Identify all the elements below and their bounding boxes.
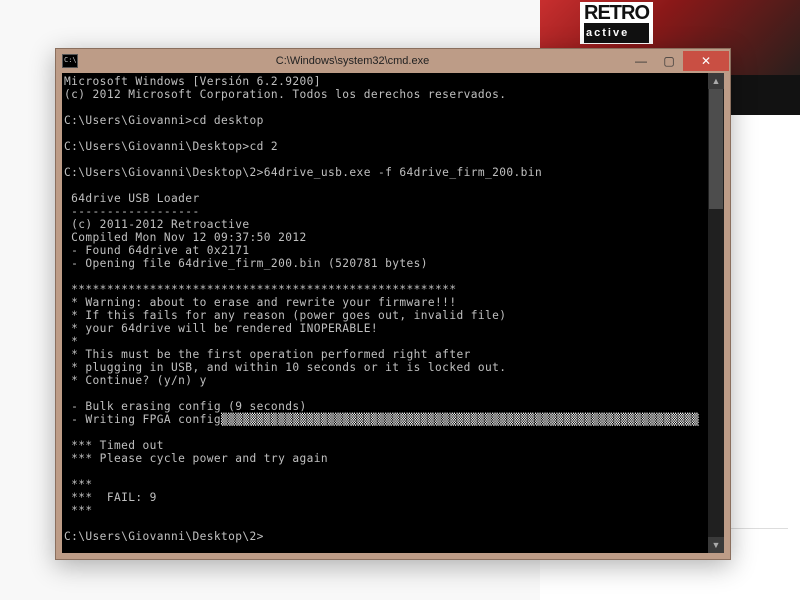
window-title: C:\Windows\system32\cmd.exe — [78, 55, 627, 67]
close-button[interactable]: ✕ — [683, 51, 729, 71]
terminal-body: Microsoft Windows [Versión 6.2.9200] (c)… — [62, 73, 724, 553]
retroactive-logo: RETRO active — [580, 2, 653, 44]
logo-top: RETRO — [584, 2, 649, 24]
cmd-window: C:\ C:\Windows\system32\cmd.exe — ▢ ✕ Mi… — [55, 48, 731, 560]
scroll-up-button[interactable]: ▲ — [708, 73, 724, 89]
terminal-output[interactable]: Microsoft Windows [Versión 6.2.9200] (c)… — [62, 73, 708, 553]
logo-sub: active — [584, 23, 649, 43]
cmd-icon: C:\ — [62, 54, 78, 68]
progress-bar: ▒▒▒▒▒▒▒▒▒▒▒▒▒▒▒▒▒▒▒▒▒▒▒▒▒▒▒▒▒▒▒▒▒▒▒▒▒▒▒▒… — [221, 413, 699, 426]
maximize-button[interactable]: ▢ — [655, 51, 683, 71]
scroll-track[interactable] — [708, 89, 724, 537]
window-controls: — ▢ ✕ — [627, 51, 729, 71]
titlebar[interactable]: C:\ C:\Windows\system32\cmd.exe — ▢ ✕ — [56, 49, 730, 73]
scroll-thumb[interactable] — [709, 89, 723, 209]
minimize-button[interactable]: — — [627, 51, 655, 71]
scrollbar[interactable]: ▲ ▼ — [708, 73, 724, 553]
scroll-down-button[interactable]: ▼ — [708, 537, 724, 553]
